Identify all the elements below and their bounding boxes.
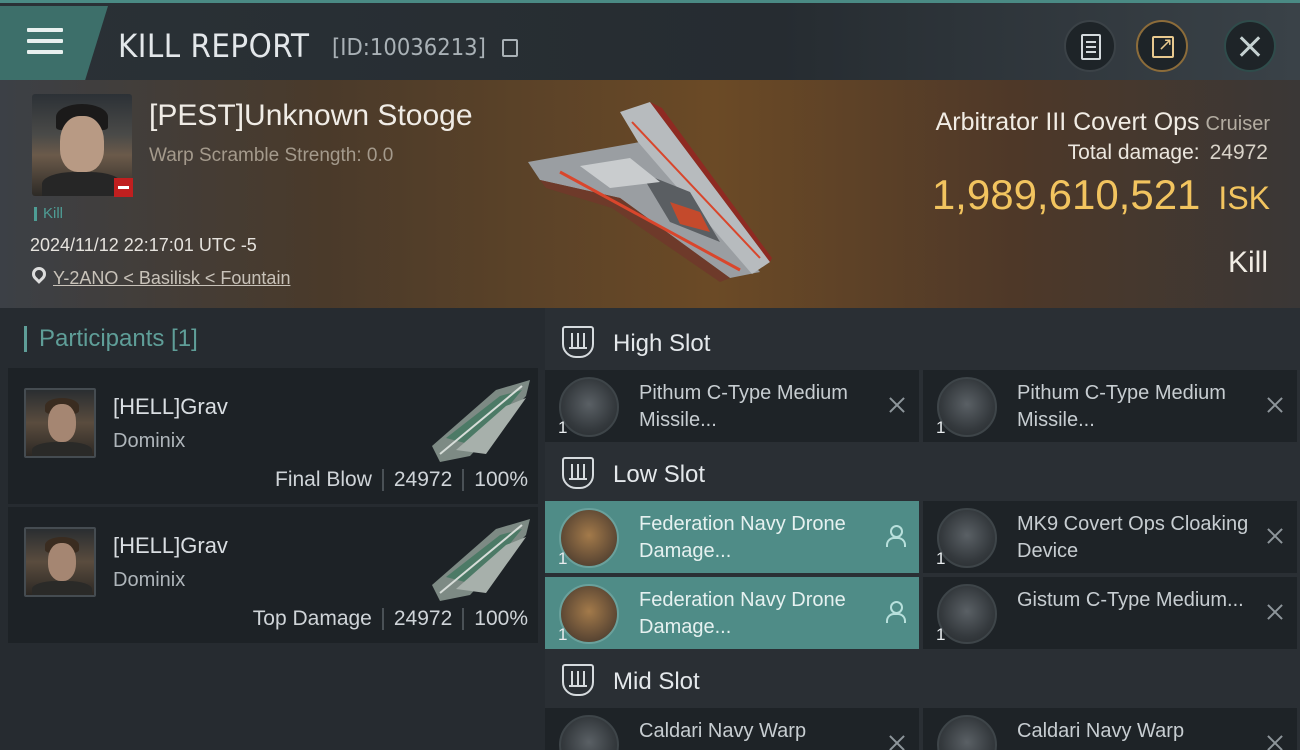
- close-button[interactable]: [1224, 20, 1276, 72]
- missile-launcher-icon: [937, 377, 997, 437]
- clipboard-icon: [1081, 34, 1101, 60]
- low-slot-header: Low Slot: [545, 443, 1300, 503]
- participant-name: [HELL]Grav: [113, 394, 228, 419]
- module-qty: 1: [558, 625, 568, 644]
- menu-button[interactable]: [0, 6, 108, 83]
- shield-module-icon: [937, 584, 997, 644]
- location-link[interactable]: Y-2ANO < Basilisk < Fountain: [53, 268, 290, 289]
- module-qty: 1: [558, 549, 568, 568]
- participant-row[interactable]: [HELL]Grav Dominix Final Blow 24972 100%: [8, 368, 538, 504]
- mid-slot-icon: [562, 664, 594, 696]
- participant-damage: 24972: [393, 468, 453, 491]
- module-item[interactable]: 1 Pithum C-Type Medium Missile...: [923, 370, 1297, 442]
- module-name: MK9 Covert Ops Cloaking Device: [1017, 513, 1249, 562]
- victim-name[interactable]: [PEST]Unknown Stooge: [149, 99, 473, 133]
- drone-damage-icon: [559, 584, 619, 644]
- module-name: Gistum C-Type Medium...: [1017, 589, 1244, 611]
- participant-role: Final Blow: [275, 468, 372, 491]
- destroyed-icon: [887, 734, 905, 750]
- high-slot-icon: [562, 326, 594, 358]
- share-icon: [1152, 34, 1174, 58]
- participant-ship: Dominix: [113, 569, 186, 591]
- fitting-panel: High Slot 1 Pithum C-Type Medium Missile…: [545, 308, 1300, 750]
- destroyed-icon: [887, 396, 905, 414]
- participants-panel: Participants [1] [HELL]Grav Dominix Fina…: [0, 308, 545, 750]
- participant-avatar: [24, 388, 96, 458]
- module-qty: 1: [936, 418, 946, 437]
- missile-launcher-icon: [559, 377, 619, 437]
- module-name: Pithum C-Type Medium Missile...: [1017, 382, 1226, 431]
- module-qty: 1: [936, 549, 946, 568]
- top-bar: KILL REPORT [ID:10036213]: [0, 0, 1300, 83]
- mid-slot-title: Mid Slot: [613, 668, 700, 695]
- module-name: Caldari Navy Warp: [1017, 720, 1185, 742]
- clipboard-button[interactable]: [1064, 20, 1116, 72]
- hamburger-icon: [27, 28, 63, 58]
- module-item[interactable]: 1 Federation Navy Drone Damage...: [545, 577, 919, 649]
- participant-row[interactable]: [HELL]Grav Dominix Top Damage 24972 100%: [8, 507, 538, 643]
- dropped-icon: [885, 601, 906, 623]
- victim-ship-type[interactable]: Arbitrator III Covert Ops Cruiser: [936, 108, 1270, 137]
- participant-percent: 100%: [474, 607, 528, 630]
- isk-value: 1,989,610,521 ISK: [932, 171, 1270, 219]
- high-slot-header: High Slot: [545, 312, 1300, 372]
- module-item[interactable]: 1 Pithum C-Type Medium Missile...: [545, 370, 919, 442]
- warp-module-icon: [937, 715, 997, 750]
- module-item[interactable]: 1 MK9 Covert Ops Cloaking Device: [923, 501, 1297, 573]
- copy-icon[interactable]: [502, 39, 518, 57]
- participant-stats: Top Damage 24972 100%: [253, 607, 528, 631]
- warp-scramble-strength: Warp Scramble Strength: 0.0: [149, 145, 394, 166]
- participant-ship-image: [432, 519, 530, 601]
- module-name: Caldari Navy Warp: [639, 720, 807, 742]
- module-item[interactable]: 1 Caldari Navy Warp: [545, 708, 919, 750]
- participant-role: Top Damage: [252, 607, 372, 630]
- result-label: Kill: [1227, 246, 1268, 279]
- victim-ship-image[interactable]: [520, 102, 780, 292]
- ship-name: Arbitrator III Covert Ops: [935, 108, 1200, 136]
- loss-badge-icon: [114, 178, 133, 197]
- module-item[interactable]: 1 Federation Navy Drone Damage...: [545, 501, 919, 573]
- participants-header: Participants [1]: [24, 326, 198, 352]
- total-damage: Total damage: 24972: [1068, 141, 1268, 165]
- low-slot-icon: [562, 457, 594, 489]
- dropped-icon: [885, 525, 906, 547]
- destroyed-icon: [1265, 396, 1283, 414]
- low-slot-title: Low Slot: [613, 461, 706, 488]
- high-slot-title: High Slot: [613, 330, 711, 357]
- kill-datetime: 2024/11/12 22:17:01 UTC -5: [30, 235, 257, 255]
- module-item[interactable]: 1 Caldari Navy Warp: [923, 708, 1297, 750]
- mid-slot-header: Mid Slot: [545, 650, 1300, 710]
- page-title: KILL REPORT: [118, 27, 310, 65]
- module-name: Federation Navy Drone Damage...: [639, 513, 846, 562]
- total-damage-value: 24972: [1209, 141, 1268, 164]
- location-pin-icon: [29, 264, 49, 284]
- participant-ship-image: [432, 380, 530, 462]
- share-button[interactable]: [1136, 20, 1188, 72]
- isk-amount: 1,989,610,521: [931, 171, 1201, 218]
- total-damage-label: Total damage:: [1067, 141, 1200, 164]
- destroyed-icon: [1265, 734, 1283, 750]
- participant-stats: Final Blow 24972 100%: [275, 468, 528, 492]
- participant-ship: Dominix: [113, 430, 186, 452]
- warp-module-icon: [559, 715, 619, 750]
- participant-avatar: [24, 527, 96, 597]
- module-qty: 1: [558, 418, 568, 437]
- module-name: Pithum C-Type Medium Missile...: [639, 382, 848, 431]
- destroyed-icon: [1265, 603, 1283, 621]
- kill-tag: Kill: [34, 206, 63, 221]
- cloaking-device-icon: [937, 508, 997, 568]
- ship-class: Cruiser: [1205, 113, 1270, 135]
- isk-unit: ISK: [1218, 180, 1270, 216]
- module-qty: 1: [936, 625, 946, 644]
- module-name: Federation Navy Drone Damage...: [639, 589, 846, 638]
- participant-percent: 100%: [474, 468, 528, 491]
- destroyed-icon: [1265, 527, 1283, 545]
- report-id: [ID:10036213]: [332, 35, 486, 61]
- participant-damage: 24972: [393, 607, 453, 630]
- victim-banner: [PEST]Unknown Stooge Warp Scramble Stren…: [0, 80, 1300, 308]
- drone-damage-icon: [559, 508, 619, 568]
- module-item[interactable]: 1 Gistum C-Type Medium...: [923, 577, 1297, 649]
- participant-name: [HELL]Grav: [113, 533, 228, 558]
